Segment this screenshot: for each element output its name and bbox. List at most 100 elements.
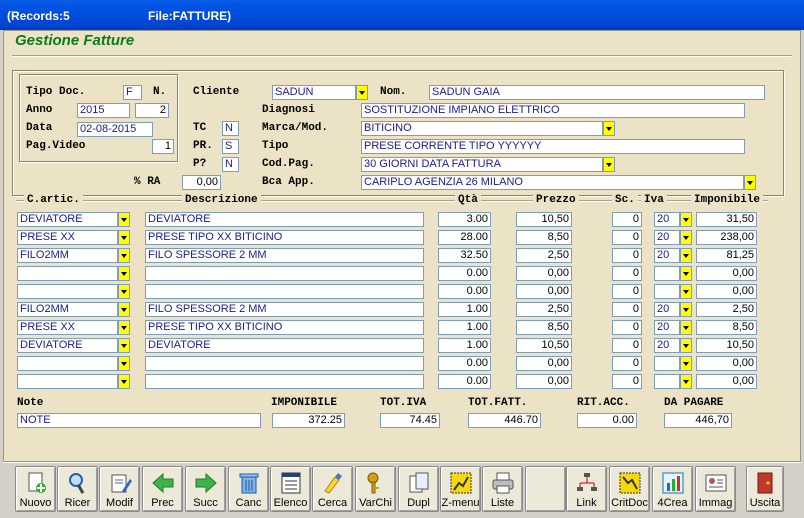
row-iva-dropdown[interactable] bbox=[680, 374, 692, 389]
row-descrizione[interactable]: FILO SPESSORE 2 MM bbox=[145, 248, 424, 263]
toolbar-button-4crea[interactable]: 4Crea bbox=[652, 466, 693, 512]
toolbar-button-z-menu[interactable]: Z-menu bbox=[440, 466, 481, 512]
row-iva-dropdown[interactable] bbox=[680, 284, 692, 299]
toolbar-button-link[interactable]: Link bbox=[566, 466, 607, 512]
row-prezzo[interactable]: 0,00 bbox=[516, 266, 572, 281]
row-articolo-dropdown[interactable] bbox=[118, 266, 130, 281]
p-field[interactable]: N bbox=[222, 157, 239, 172]
row-sconto[interactable]: 0 bbox=[612, 230, 642, 245]
toolbar-button-dupl[interactable]: Dupl bbox=[398, 466, 439, 512]
row-descrizione[interactable]: DEVIATORE bbox=[145, 212, 424, 227]
toolbar-button-ricer[interactable]: Ricer bbox=[57, 466, 98, 512]
row-imponibile[interactable]: 0,00 bbox=[696, 266, 757, 281]
bca-field[interactable]: CARIPLO AGENZIA 26 MILANO bbox=[361, 175, 744, 190]
row-imponibile[interactable]: 2,50 bbox=[696, 302, 757, 317]
row-imponibile[interactable]: 0,00 bbox=[696, 374, 757, 389]
toolbar-button-canc[interactable]: Canc bbox=[228, 466, 269, 512]
row-descrizione[interactable] bbox=[145, 266, 424, 281]
row-iva[interactable] bbox=[654, 266, 680, 281]
toolbar-button-nuovo[interactable]: Nuovo bbox=[15, 466, 56, 512]
row-sconto[interactable]: 0 bbox=[612, 266, 642, 281]
toolbar-button-elenco[interactable]: Elenco bbox=[270, 466, 311, 512]
row-qta[interactable]: 1.00 bbox=[438, 320, 491, 335]
toolbar-button-liste[interactable]: Liste bbox=[482, 466, 523, 512]
data-field[interactable]: 02-08-2015 bbox=[77, 122, 153, 137]
row-descrizione[interactable]: PRESE TIPO XX BITICINO bbox=[145, 230, 424, 245]
row-articolo-dropdown[interactable] bbox=[118, 230, 130, 245]
row-qta[interactable]: 0.00 bbox=[438, 374, 491, 389]
row-qta[interactable]: 3.00 bbox=[438, 212, 491, 227]
row-sconto[interactable]: 0 bbox=[612, 302, 642, 317]
tipo-field[interactable]: PRESE CORRENTE TIPO YYYYYY bbox=[361, 139, 745, 154]
row-articolo[interactable] bbox=[17, 284, 118, 299]
row-articolo-dropdown[interactable] bbox=[118, 356, 130, 371]
row-imponibile[interactable]: 31,50 bbox=[696, 212, 757, 227]
row-descrizione[interactable]: DEVIATORE bbox=[145, 338, 424, 353]
row-iva[interactable]: 20 bbox=[654, 230, 680, 245]
row-iva-dropdown[interactable] bbox=[680, 230, 692, 245]
row-sconto[interactable]: 0 bbox=[612, 338, 642, 353]
row-qta[interactable]: 1.00 bbox=[438, 302, 491, 317]
row-imponibile[interactable]: 81,25 bbox=[696, 248, 757, 263]
row-iva-dropdown[interactable] bbox=[680, 338, 692, 353]
row-sconto[interactable]: 0 bbox=[612, 320, 642, 335]
row-prezzo[interactable]: 0,00 bbox=[516, 356, 572, 371]
row-iva-dropdown[interactable] bbox=[680, 266, 692, 281]
toolbar-button-modif[interactable]: Modif bbox=[99, 466, 140, 512]
row-prezzo[interactable]: 2,50 bbox=[516, 248, 572, 263]
row-articolo-dropdown[interactable] bbox=[118, 320, 130, 335]
row-articolo[interactable]: FILO2MM bbox=[17, 248, 118, 263]
codpag-dropdown[interactable] bbox=[603, 157, 615, 172]
nom-field[interactable]: SADUN GAIA bbox=[429, 85, 765, 100]
toolbar-button-uscita[interactable]: Uscita bbox=[746, 466, 784, 512]
diagnosi-field[interactable]: SOSTITUZIONE IMPIANO ELETTRICO bbox=[361, 103, 745, 118]
toolbar-button-cerca[interactable]: Cerca bbox=[312, 466, 353, 512]
row-descrizione[interactable]: FILO SPESSORE 2 MM bbox=[145, 302, 424, 317]
row-articolo[interactable] bbox=[17, 374, 118, 389]
row-descrizione[interactable]: PRESE TIPO XX BITICINO bbox=[145, 320, 424, 335]
row-sconto[interactable]: 0 bbox=[612, 212, 642, 227]
row-qta[interactable]: 32.50 bbox=[438, 248, 491, 263]
toolbar-button-immag[interactable]: Immag bbox=[695, 466, 736, 512]
row-prezzo[interactable]: 8,50 bbox=[516, 230, 572, 245]
row-iva-dropdown[interactable] bbox=[680, 248, 692, 263]
row-articolo-dropdown[interactable] bbox=[118, 374, 130, 389]
row-imponibile[interactable]: 10,50 bbox=[696, 338, 757, 353]
row-iva[interactable]: 20 bbox=[654, 248, 680, 263]
row-articolo[interactable] bbox=[17, 266, 118, 281]
toolbar-button-varchi[interactable]: VarChi bbox=[355, 466, 396, 512]
row-articolo[interactable] bbox=[17, 356, 118, 371]
row-qta[interactable]: 0.00 bbox=[438, 266, 491, 281]
row-prezzo[interactable]: 0,00 bbox=[516, 284, 572, 299]
row-iva-dropdown[interactable] bbox=[680, 212, 692, 227]
row-qta[interactable]: 1.00 bbox=[438, 338, 491, 353]
toolbar-button-critdoc[interactable]: CritDoc bbox=[609, 466, 650, 512]
row-iva[interactable]: 20 bbox=[654, 338, 680, 353]
row-articolo-dropdown[interactable] bbox=[118, 302, 130, 317]
row-descrizione[interactable] bbox=[145, 374, 424, 389]
row-iva-dropdown[interactable] bbox=[680, 302, 692, 317]
row-imponibile[interactable]: 8,50 bbox=[696, 320, 757, 335]
row-iva[interactable] bbox=[654, 374, 680, 389]
note-field[interactable]: NOTE bbox=[17, 413, 261, 428]
pr-field[interactable]: S bbox=[222, 139, 239, 154]
ra-field[interactable]: 0,00 bbox=[182, 175, 221, 190]
row-prezzo[interactable]: 10,50 bbox=[516, 338, 572, 353]
codpag-field[interactable]: 30 GIORNI DATA FATTURA bbox=[361, 157, 603, 172]
row-articolo-dropdown[interactable] bbox=[118, 284, 130, 299]
cliente-dropdown[interactable] bbox=[356, 85, 368, 100]
row-prezzo[interactable]: 0,00 bbox=[516, 374, 572, 389]
row-articolo-dropdown[interactable] bbox=[118, 212, 130, 227]
row-iva[interactable] bbox=[654, 284, 680, 299]
row-iva[interactable] bbox=[654, 356, 680, 371]
tipo-doc-field[interactable]: F bbox=[123, 85, 142, 100]
anno-field[interactable]: 2015 bbox=[77, 103, 130, 118]
row-descrizione[interactable] bbox=[145, 356, 424, 371]
row-qta[interactable]: 0.00 bbox=[438, 284, 491, 299]
row-imponibile[interactable]: 0,00 bbox=[696, 284, 757, 299]
row-prezzo[interactable]: 2,50 bbox=[516, 302, 572, 317]
toolbar-button-empty[interactable] bbox=[525, 466, 566, 512]
row-sconto[interactable]: 0 bbox=[612, 284, 642, 299]
toolbar-button-succ[interactable]: Succ bbox=[185, 466, 226, 512]
row-articolo[interactable]: DEVIATORE bbox=[17, 212, 118, 227]
